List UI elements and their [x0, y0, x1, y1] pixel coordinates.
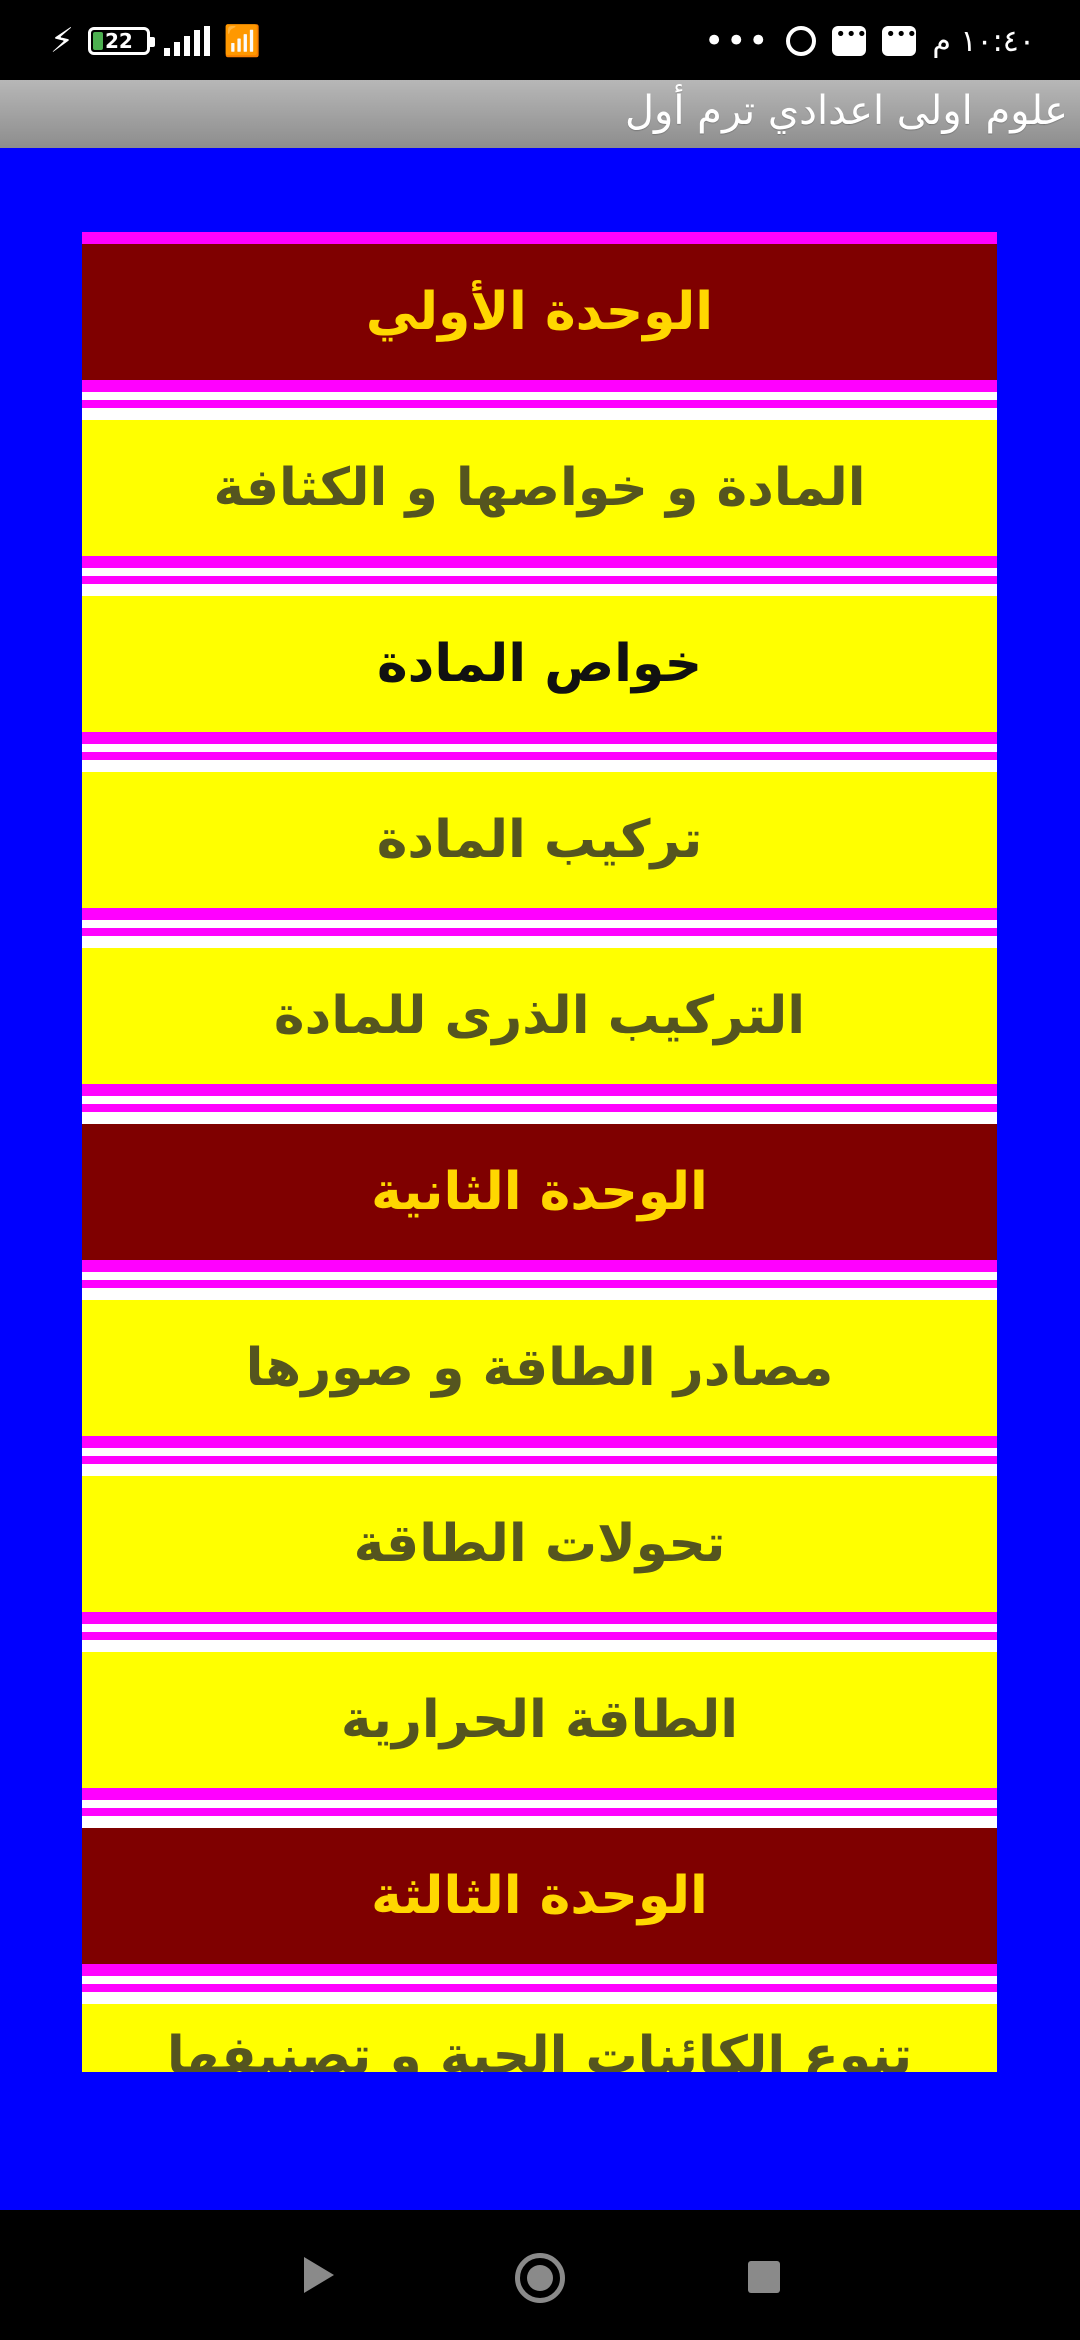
divider [82, 380, 997, 420]
back-icon[interactable] [304, 2257, 334, 2293]
divider [82, 1612, 997, 1652]
list-item-label: تنوع الكائنات الحية و تصنيفها [166, 2026, 913, 2072]
list-item-label: خواص المادة [376, 634, 703, 694]
list-item-lesson[interactable]: تنوع الكائنات الحية و تصنيفها [82, 2004, 997, 2072]
recent-apps-icon[interactable] [748, 2261, 780, 2293]
status-bar: ⚡ 22 📶 ••• ١٠:٤٠ م [0, 0, 1080, 80]
list-item-label: المادة و خواصها و الكثافة [213, 458, 866, 518]
list-item-label: الطاقة الحرارية [340, 1690, 739, 1750]
list-item-lesson[interactable]: الطاقة الحرارية [82, 1652, 997, 1788]
divider [82, 1964, 997, 2004]
status-left: ⚡ 22 📶 [50, 16, 261, 66]
list-item-lesson[interactable]: التركيب الذرى للمادة [82, 948, 997, 1084]
divider [82, 556, 997, 596]
list-item-lesson[interactable]: تركيب المادة [82, 772, 997, 908]
battery-level: 22 [104, 29, 133, 53]
divider [82, 1084, 997, 1124]
status-right: ••• ١٠:٤٠ م [704, 16, 1035, 66]
clock: ١٠:٤٠ م [932, 23, 1035, 59]
list-item-lesson[interactable]: مصادر الطاقة و صورها [82, 1300, 997, 1436]
message-icon [832, 24, 867, 56]
list-item-lesson[interactable]: المادة و خواصها و الكثافة [82, 420, 997, 556]
list-item-lesson[interactable]: تحولات الطاقة [82, 1476, 997, 1612]
list-item-unit-2[interactable]: الوحدة الثانية [82, 1124, 997, 1260]
divider [82, 232, 997, 244]
list-item-label: التركيب الذرى للمادة [273, 986, 806, 1046]
list-item-label: تحولات الطاقة [353, 1514, 726, 1574]
home-icon[interactable] [515, 2253, 565, 2303]
divider [82, 908, 997, 948]
app-notification-icon [786, 26, 817, 56]
divider [82, 732, 997, 772]
list-item-label: الوحدة الثانية [371, 1162, 708, 1222]
divider [82, 1788, 997, 1828]
divider [82, 1260, 997, 1300]
list-item-lesson[interactable]: خواص المادة [82, 596, 997, 732]
app-bar: علوم اولى اعدادي ترم أول [0, 80, 1080, 148]
battery-icon: 22 [87, 27, 155, 55]
list-item-label: الوحدة الثالثة [371, 1866, 708, 1926]
divider [82, 1436, 997, 1476]
message-icon-2 [882, 24, 917, 56]
app-title: علوم اولى اعدادي ترم أول [624, 88, 1068, 134]
list-item-label: الوحدة الأولي [365, 282, 714, 342]
list-item-label: تركيب المادة [376, 810, 703, 870]
signal-icon [163, 26, 210, 56]
navigation-bar [0, 2210, 1080, 2340]
list-item-unit-3[interactable]: الوحدة الثالثة [82, 1828, 997, 1964]
list-item-label: مصادر الطاقة و صورها [245, 1338, 834, 1398]
lesson-list[interactable]: الوحدة الأولي المادة و خواصها و الكثافة … [82, 232, 997, 2072]
content-area: الوحدة الأولي المادة و خواصها و الكثافة … [0, 148, 1080, 2210]
list-item-unit-1[interactable]: الوحدة الأولي [82, 244, 997, 380]
wifi-icon: 📶 [223, 23, 262, 59]
charging-icon: ⚡ [50, 21, 74, 61]
more-notifications-icon: ••• [704, 21, 771, 61]
